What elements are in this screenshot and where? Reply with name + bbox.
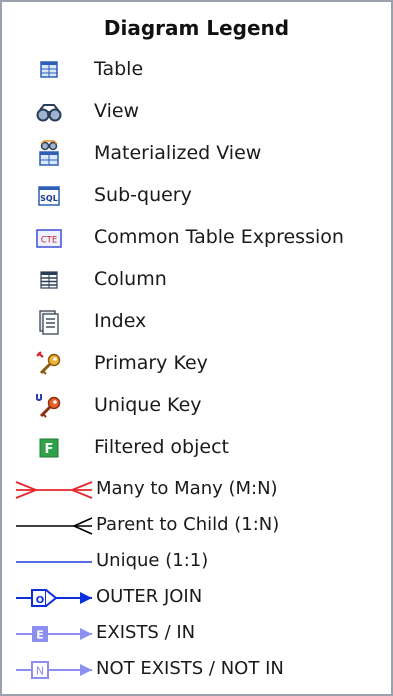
svg-text:SQL: SQL [40, 194, 58, 203]
legend-relation-label: OUTER JOIN [96, 586, 203, 607]
legend-relation-many-to-many: Many to Many (M:N) [2, 472, 391, 508]
table-icon [40, 61, 58, 78]
legend-item-label: Index [94, 310, 147, 332]
filtered-object-icon: F [39, 438, 59, 458]
legend-item-label: Sub-query [94, 184, 192, 206]
legend-relation-label: NOT EXISTS / NOT IN [96, 658, 284, 679]
legend-item-primary-key: Primary Key [2, 344, 391, 384]
svg-text:CTE: CTE [41, 236, 58, 246]
legend-item-materialized-view: Materialized View [2, 134, 391, 174]
cte-icon: CTE [36, 229, 62, 248]
legend-relation-not-exists: N NOT EXISTS / NOT IN [2, 652, 391, 688]
legend-item-column: Column [2, 260, 391, 300]
legend-item-label: View [94, 100, 140, 122]
legend-item-cte: CTE Common Table Expression [2, 218, 391, 258]
svg-text:F: F [45, 442, 54, 457]
legend-relation-label: Unique (1:1) [96, 550, 209, 571]
index-icon [39, 310, 59, 335]
outer-join-icon: O [16, 589, 92, 607]
not-exists-icon: N [16, 661, 92, 679]
legend-item-filtered-object: F Filtered object [2, 428, 391, 468]
legend-item-label: Materialized View [94, 142, 262, 164]
legend-item-label: Table [94, 58, 144, 80]
column-icon [40, 271, 58, 289]
legend-item-table: Table [2, 50, 391, 90]
svg-text:O: O [36, 595, 45, 606]
legend-item-view: View [2, 92, 391, 132]
legend-item-index: Index [2, 302, 391, 342]
legend-item-label: Primary Key [94, 352, 208, 374]
svg-text:N: N [36, 665, 44, 678]
legend-relation-unique: Unique (1:1) [2, 544, 391, 580]
parent-to-child-line-icon [16, 517, 93, 535]
legend-item-label: Common Table Expression [94, 226, 344, 248]
legend-item-unique-key: Unique Key [2, 386, 391, 426]
materialized-view-icon [39, 140, 59, 166]
legend-item-sub-query: SQL Sub-query [2, 176, 391, 216]
legend-relation-label: Many to Many (M:N) [96, 478, 278, 499]
legend-relation-label: Parent to Child (1:N) [96, 514, 280, 535]
legend-relation-exists-in: E EXISTS / IN [2, 616, 391, 652]
many-to-many-line-icon [15, 481, 93, 499]
unique-line-icon [16, 561, 92, 563]
diagram-legend: Diagram Legend Table View Materialized V… [0, 0, 393, 696]
primary-key-icon [36, 351, 61, 375]
sql-subquery-icon: SQL [38, 186, 60, 206]
exists-in-icon: E [16, 626, 92, 642]
legend-relation-parent-to-child: Parent to Child (1:N) [2, 508, 391, 544]
legend-item-label: Filtered object [94, 436, 229, 458]
legend-title: Diagram Legend [103, 16, 290, 40]
unique-key-icon [36, 394, 61, 418]
legend-relation-outer-join: O OUTER JOIN [2, 580, 391, 616]
view-icon [36, 104, 62, 122]
legend-item-label: Column [94, 268, 167, 290]
legend-relation-label: EXISTS / IN [96, 622, 196, 643]
svg-text:E: E [36, 629, 44, 642]
legend-item-label: Unique Key [94, 394, 202, 416]
